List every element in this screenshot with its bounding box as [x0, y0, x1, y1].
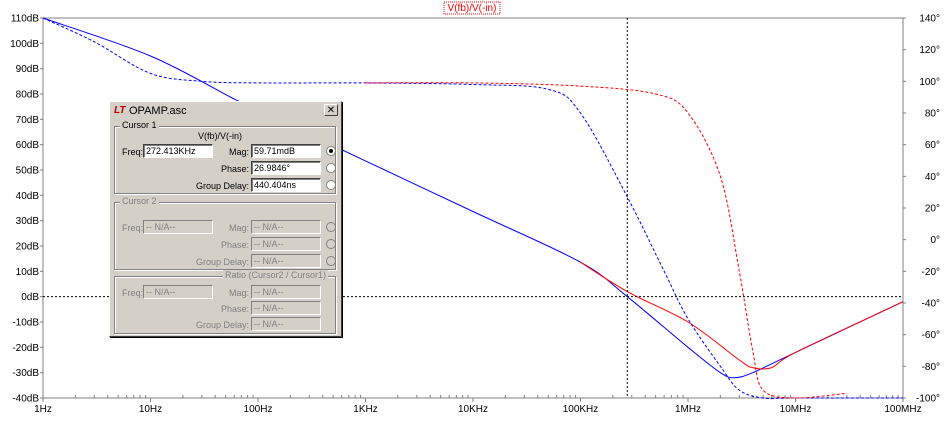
cursor1-phase-radio[interactable] [326, 163, 336, 173]
dialog-title: OPAMP.asc [129, 105, 187, 117]
right-axis-label: 20° [925, 204, 940, 215]
right-axis-label: -100° [916, 394, 940, 405]
left-axis-label: 30dB [16, 216, 40, 227]
left-axis-label: -20dB [12, 343, 39, 354]
cursor1-expression: V(fb)/V(-in) [197, 131, 242, 141]
right-axis-label: 40° [925, 172, 940, 183]
left-axis-label: 20dB [16, 242, 40, 253]
right-axis: 140° 120° 100° 80° 60° 40° 20° 0° -20° -40° -60° -8… [903, 14, 940, 405]
cursor1-freq-field[interactable]: 272.413KHz [143, 144, 213, 158]
cursor2-group-delay-label: Group Delay: [195, 257, 249, 267]
right-axis-label: -40° [922, 299, 940, 310]
right-axis-label: 140° [919, 14, 940, 25]
right-axis-label: -80° [922, 362, 940, 373]
left-axis-label: -30dB [12, 368, 39, 379]
ratio-freq-label: Freq: [121, 288, 143, 298]
left-axis-label: 80dB [16, 90, 40, 101]
cursor2-freq-label: Freq: [121, 223, 143, 233]
cursor1-phase-field[interactable]: 26.9846° [251, 161, 321, 175]
left-axis-label: 50dB [16, 166, 40, 177]
cursor1-group-delay-field[interactable]: 440.404ns [251, 178, 321, 192]
cursor-dialog[interactable]: LT OPAMP.asc ✕ Cursor 1 V(fb)/V(-in) Fre… [109, 101, 342, 337]
cursor1-legend: Cursor 1 [120, 120, 159, 131]
right-axis-label: -60° [922, 330, 940, 341]
x-axis-label: 10KHz [458, 404, 488, 415]
x-axis-label: 10Hz [139, 404, 162, 415]
x-axis-label: 100KHz [563, 404, 599, 415]
x-axis-label: 10MHz [780, 404, 812, 415]
cursor1-mag-radio[interactable] [326, 146, 336, 156]
red-magnitude-trace [580, 261, 904, 370]
cursor1-group-delay-radio[interactable] [326, 180, 336, 190]
cursor1-mag-label: Mag: [228, 147, 249, 157]
right-axis-label: 0° [930, 235, 940, 246]
right-axis-label: 100° [919, 77, 940, 88]
left-axis-label: 60dB [16, 140, 40, 151]
cursor2-group: Cursor 2 Freq: -- N/A-- Mag: -- N/A-- Ph… [114, 196, 336, 270]
cursor2-group-delay-radio [326, 256, 336, 266]
left-axis-label: 110dB [11, 14, 40, 25]
left-axis-label: 10dB [16, 267, 40, 278]
ratio-mag-label: Mag: [228, 288, 249, 298]
ratio-phase-field: -- N/A-- [251, 301, 321, 315]
ratio-mag-field: -- N/A-- [251, 285, 321, 299]
left-axis-label: 90dB [16, 64, 40, 75]
close-button[interactable]: ✕ [324, 104, 338, 116]
left-axis-label: 40dB [16, 191, 40, 202]
x-axis-label: 1Hz [34, 404, 52, 415]
dialog-titlebar[interactable]: LT OPAMP.asc ✕ [111, 103, 340, 119]
cursor2-mag-field: -- N/A-- [251, 220, 321, 234]
right-axis-label: 60° [925, 140, 940, 151]
cursor2-group-delay-field: -- N/A-- [251, 254, 321, 268]
ratio-phase-label: Phase: [220, 304, 249, 314]
left-axis-label: 70dB [16, 115, 40, 126]
red-phase-trace [365, 82, 847, 399]
cursor2-freq-field: -- N/A-- [143, 220, 213, 234]
left-axis-label: -40dB [12, 394, 39, 405]
cursor2-mag-label: Mag: [228, 223, 249, 233]
cursor2-phase-label: Phase: [220, 240, 249, 250]
left-axis-label: 0dB [21, 292, 39, 303]
x-axis-label: 100Hz [244, 404, 273, 415]
x-axis-label: 1KHz [353, 404, 377, 415]
ratio-legend: Ratio (Cursor2 / Cursor1) [223, 270, 329, 281]
ltspice-logo-icon: LT [114, 105, 126, 116]
x-axis-label: 100MHz [884, 404, 921, 415]
cursor1-freq-label: Freq: [121, 147, 143, 157]
x-axis: 1Hz 10Hz 100Hz 1KHz 10KHz 100KHz 1MHz 10MHz 100M… [34, 398, 922, 415]
right-axis-label: 120° [919, 45, 940, 56]
trace-title[interactable]: V(fb)/V(-in) [448, 3, 497, 14]
cursor2-legend: Cursor 2 [120, 196, 159, 207]
right-axis-label: 80° [925, 109, 940, 120]
ratio-freq-field: -- N/A-- [143, 285, 213, 299]
cursor1-mag-field[interactable]: 59.71mdB [251, 144, 321, 158]
ratio-group: Ratio (Cursor2 / Cursor1) Freq: -- N/A--… [114, 270, 336, 334]
left-axis-label: 100dB [10, 39, 39, 50]
cursor2-mag-radio [326, 222, 336, 232]
right-axis-label: -20° [922, 267, 940, 278]
x-axis-label: 1MHz [675, 404, 701, 415]
left-axis-label: -10dB [12, 318, 39, 329]
cursor1-group-delay-label: Group Delay: [195, 181, 249, 191]
left-axis: 110dB 100dB 90dB 80dB 70dB 60dB 50dB 40dB 30dB 20… [10, 14, 43, 405]
ratio-group-delay-field: -- N/A-- [251, 317, 321, 331]
cursor1-phase-label: Phase: [220, 164, 249, 174]
ratio-group-delay-label: Group Delay: [195, 320, 249, 330]
cursor2-phase-field: -- N/A-- [251, 237, 321, 251]
cursor1-group: Cursor 1 V(fb)/V(-in) Freq: 272.413KHz M… [114, 120, 336, 194]
cursor2-phase-radio [326, 239, 336, 249]
